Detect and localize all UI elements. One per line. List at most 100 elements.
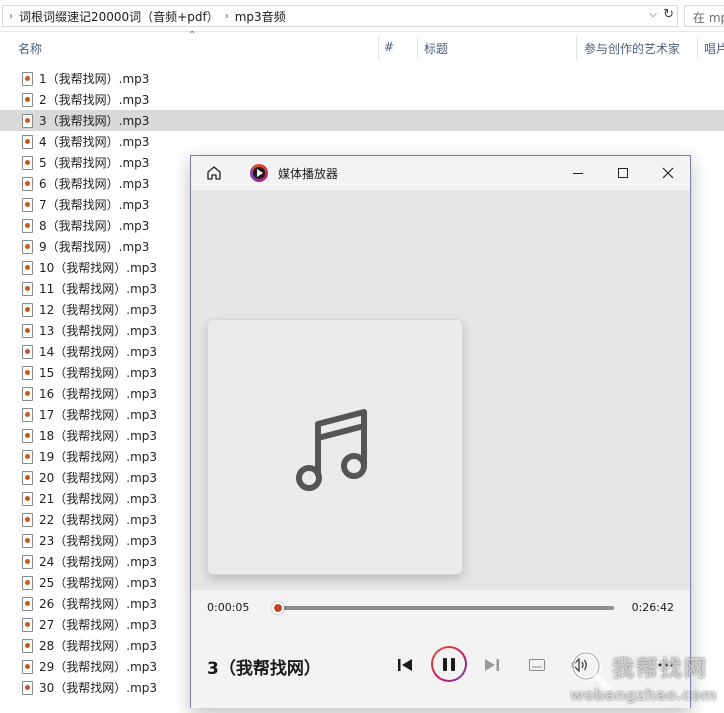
column-name[interactable]: 名称 [18,40,42,57]
current-time: 0:00:05 [207,601,250,614]
list-item[interactable]: 4（我帮找网）.mp3 [0,131,724,152]
address-box[interactable]: › 词根词缀速记20000词（音频+pdf） › mp3音频 ⌵ ↻ [2,5,678,27]
file-name: 3（我帮找网）.mp3 [39,114,150,128]
breadcrumb-current[interactable]: mp3音频 [235,8,286,25]
chevron-down-icon[interactable]: ⌵ [649,9,657,20]
minimize-button[interactable] [558,160,598,186]
audio-file-icon [22,365,33,380]
music-note-icon [296,409,367,491]
file-name: 1（我帮找网）.mp3 [39,72,150,86]
column-artists[interactable]: 参与创作的艺术家 [584,40,680,57]
breadcrumb-folder[interactable]: 词根词缀速记20000词（音频+pdf） [19,8,219,25]
list-item[interactable]: 2（我帮找网）.mp3 [0,89,724,110]
file-name: 19（我帮找网）.mp3 [39,450,158,464]
file-name: 8（我帮找网）.mp3 [39,219,150,233]
file-name: 28（我帮找网）.mp3 [39,639,158,653]
file-name: 14（我帮找网）.mp3 [39,345,158,359]
audio-file-icon [22,512,33,527]
next-icon [485,659,499,671]
file-name: 29（我帮找网）.mp3 [39,660,158,674]
home-icon[interactable] [205,164,223,182]
audio-file-icon [22,449,33,464]
maximize-icon [618,168,628,178]
miniplayer-button[interactable] [520,648,554,682]
audio-file-icon [22,155,33,170]
audio-file-icon [22,218,33,233]
column-number[interactable]: # [384,40,394,54]
next-button[interactable] [475,648,509,682]
audio-file-icon [22,617,33,632]
seek-bar[interactable] [272,602,614,614]
app-title: 媒体播放器 [278,167,339,181]
total-time: 0:26:42 [631,601,674,614]
file-name: 9（我帮找网）.mp3 [39,240,150,254]
watermark-url: wobangzhao.com [570,686,717,704]
minimize-icon [573,172,583,174]
refresh-icon[interactable]: ↻ [663,7,674,22]
audio-file-icon [22,113,33,128]
previous-button[interactable] [388,648,422,682]
audio-file-icon [22,239,33,254]
list-item[interactable]: 3（我帮找网）.mp3 [0,110,724,131]
audio-file-icon [22,638,33,653]
file-name: 4（我帮找网）.mp3 [39,135,150,149]
file-name: 12（我帮找网）.mp3 [39,303,158,317]
audio-file-icon [22,554,33,569]
file-name: 26（我帮找网）.mp3 [39,597,158,611]
audio-file-icon [22,428,33,443]
column-divider[interactable] [576,36,577,60]
column-header-row: ⌃ 名称 # 标题 参与创作的艺术家 唱片 [0,30,724,60]
file-name: 27（我帮找网）.mp3 [39,618,158,632]
miniplayer-icon [529,659,545,671]
close-button[interactable] [648,160,688,186]
media-player-window: 媒体播放器 0:00:05 0:26:42 3（我帮找网） [190,155,691,708]
address-bar: › 词根词缀速记20000词（音频+pdf） › mp3音频 ⌵ ↻ 在 mp [0,0,724,32]
column-divider[interactable] [378,36,379,60]
now-playing-area [191,190,690,590]
audio-file-icon [22,260,33,275]
app-icon [250,164,268,182]
column-divider[interactable] [417,36,418,60]
file-name: 7（我帮找网）.mp3 [39,198,150,212]
file-name: 20（我帮找网）.mp3 [39,471,158,485]
audio-file-icon [22,386,33,401]
audio-file-icon [22,470,33,485]
album-art [207,319,463,575]
file-name: 11（我帮找网）.mp3 [39,282,158,296]
audio-file-icon [22,533,33,548]
file-name: 6（我帮找网）.mp3 [39,177,150,191]
file-name: 15（我帮找网）.mp3 [39,366,158,380]
audio-file-icon [22,491,33,506]
watermark-text: 我帮找网 [612,657,709,682]
close-icon [662,167,674,179]
chevron-right-icon[interactable]: › [3,11,19,22]
track-title: 3（我帮找网） [207,659,321,679]
search-input[interactable]: 在 mp [684,5,724,27]
sort-ascending-icon: ⌃ [188,30,197,41]
audio-file-icon [22,344,33,359]
list-item[interactable]: 1（我帮找网）.mp3 [0,68,724,89]
file-name: 17（我帮找网）.mp3 [39,408,158,422]
watermark: 我帮找网 wobangzhao.com [566,648,724,710]
audio-file-icon [22,71,33,86]
audio-file-icon [22,596,33,611]
maximize-button[interactable] [603,160,643,186]
previous-icon [398,659,412,671]
pause-button[interactable] [431,646,467,682]
audio-file-icon [22,407,33,422]
file-name: 5（我帮找网）.mp3 [39,156,150,170]
column-title[interactable]: 标题 [424,40,448,57]
audio-file-icon [22,134,33,149]
audio-file-icon [22,659,33,674]
file-name: 24（我帮找网）.mp3 [39,555,158,569]
audio-file-icon [22,575,33,590]
file-name: 2（我帮找网）.mp3 [39,93,150,107]
player-titlebar[interactable]: 媒体播放器 [191,156,690,190]
audio-file-icon [22,323,33,338]
column-album[interactable]: 唱片 [704,40,724,57]
column-divider[interactable] [697,36,698,60]
file-name: 13（我帮找网）.mp3 [39,324,158,338]
audio-file-icon [22,92,33,107]
seek-thumb[interactable] [272,602,284,614]
chevron-right-icon[interactable]: › [219,11,235,22]
